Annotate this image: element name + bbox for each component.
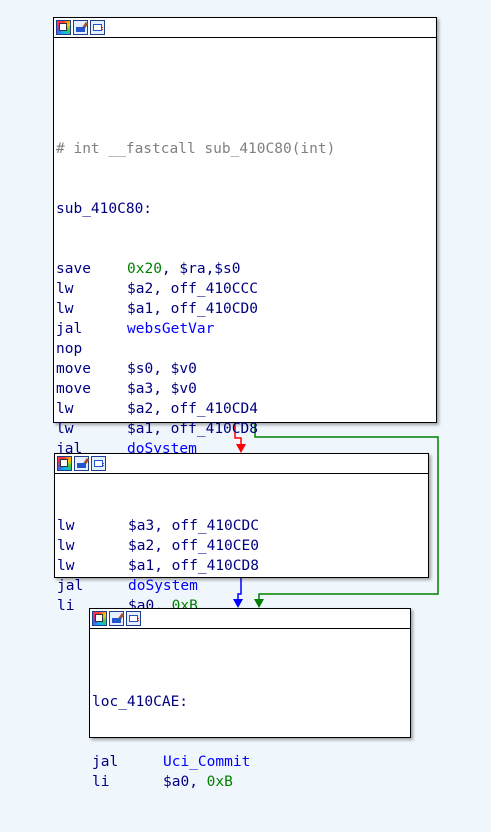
graph-node-block2[interactable]: lw $a3, off_410CDC lw $a2, off_410CE0 lw $a1,… <box>54 453 429 614</box>
operand-separator: , <box>154 558 172 574</box>
operand[interactable]: $a3 <box>128 516 154 536</box>
operand-separator: , <box>153 401 171 417</box>
operand[interactable]: $v0 <box>171 359 197 379</box>
operand[interactable]: off_410CDC <box>172 516 259 536</box>
instruction-line[interactable]: lw $a1, off_410CD8 <box>57 556 428 576</box>
instruction-line[interactable]: jal doSystem <box>57 576 428 596</box>
mnemonic: lw <box>57 558 75 574</box>
operand[interactable]: $a1 <box>127 419 153 439</box>
mnemonic: lw <box>56 401 74 417</box>
operand[interactable]: off_410CD8 <box>172 556 259 576</box>
instruction-line[interactable]: jal Uci_Commit <box>92 752 410 772</box>
operand[interactable]: $a2 <box>127 279 153 299</box>
operand[interactable]: doSystem <box>128 576 198 596</box>
color-icon[interactable] <box>92 611 107 626</box>
mnemonic: nop <box>56 341 83 357</box>
rename-icon[interactable] <box>74 456 89 471</box>
operand-separator: , <box>189 774 207 790</box>
group-nodes-icon[interactable] <box>126 611 141 626</box>
operand[interactable]: $s0 <box>127 359 153 379</box>
instruction-line[interactable]: li $a0, 0xB <box>92 772 410 792</box>
operand[interactable]: websGetVar <box>127 319 214 339</box>
rename-icon[interactable] <box>109 611 124 626</box>
instruction-line[interactable]: nop <box>56 339 436 359</box>
instruction-line[interactable]: lw $a1, off_410CD0 <box>56 299 436 319</box>
mnemonic: lw <box>56 301 74 317</box>
color-icon[interactable] <box>56 20 71 35</box>
instruction-line[interactable]: lw $a1, off_410CD8 <box>56 419 436 439</box>
operand[interactable]: Uci_Commit <box>163 752 250 772</box>
operand[interactable]: off_410CD0 <box>171 299 258 319</box>
operand-separator: , <box>154 518 172 534</box>
node-code: loc_410CAE: jal Uci_Commitli $a0, 0xB <box>90 629 410 832</box>
node-toolbar <box>55 454 428 474</box>
operand-separator: , <box>153 361 171 377</box>
instruction-line[interactable]: jal websGetVar <box>56 319 436 339</box>
instruction-line[interactable]: move $s0, $v0 <box>56 359 436 379</box>
operand-separator: , <box>153 381 171 397</box>
operand[interactable]: $a3 <box>127 379 153 399</box>
operand[interactable]: 0x20 <box>127 259 162 279</box>
instruction-line[interactable]: lw $a2, off_410CD4 <box>56 399 436 419</box>
mnemonic: lw <box>56 421 74 437</box>
mnemonic: jal <box>57 578 84 594</box>
operand[interactable]: $a0 <box>163 772 189 792</box>
operand[interactable]: $a1 <box>127 299 153 319</box>
operand-separator: , <box>154 538 172 554</box>
operand-separator: , <box>153 421 171 437</box>
node-toolbar <box>54 18 436 38</box>
node-toolbar <box>90 609 410 629</box>
operand[interactable]: off_410CD4 <box>171 399 258 419</box>
operand[interactable]: $v0 <box>171 379 197 399</box>
mnemonic: jal <box>92 754 119 770</box>
mnemonic: li <box>92 774 110 790</box>
mnemonic: move <box>56 381 91 397</box>
graph-node-loc_410CAE[interactable]: loc_410CAE: jal Uci_Commitli $a0, 0xB <box>89 608 411 790</box>
instruction-line[interactable]: lw $a2, off_410CCC <box>56 279 436 299</box>
function-label[interactable]: sub_410C80: <box>56 199 152 219</box>
operand[interactable]: $a2 <box>128 536 154 556</box>
instruction-line[interactable]: lw $a3, off_410CDC <box>57 516 428 536</box>
mnemonic: lw <box>57 538 75 554</box>
operand[interactable]: $a1 <box>128 556 154 576</box>
operand[interactable]: off_410CCC <box>171 279 258 299</box>
color-icon[interactable] <box>57 456 72 471</box>
instruction-line[interactable]: lw $a2, off_410CE0 <box>57 536 428 556</box>
operand[interactable]: 0xB <box>207 772 233 792</box>
instruction-line[interactable]: move $a3, $v0 <box>56 379 436 399</box>
group-nodes-icon[interactable] <box>90 20 105 35</box>
operand[interactable]: $ra,$s0 <box>179 259 240 279</box>
group-nodes-icon[interactable] <box>91 456 106 471</box>
operand[interactable]: $a2 <box>127 399 153 419</box>
mnemonic: save <box>56 261 91 277</box>
mnemonic: move <box>56 361 91 377</box>
mnemonic: lw <box>56 281 74 297</box>
graph-node-sub_410C80[interactable]: # int __fastcall sub_410C80(int) sub_410… <box>53 17 437 537</box>
operand[interactable]: off_410CE0 <box>172 536 259 556</box>
rename-icon[interactable] <box>73 20 88 35</box>
instruction-line[interactable]: save 0x20, $ra,$s0 <box>56 259 436 279</box>
mnemonic: lw <box>57 518 75 534</box>
operand-separator: , <box>153 301 171 317</box>
mnemonic: jal <box>56 321 83 337</box>
operand-separator: , <box>161 261 180 277</box>
operand-separator: , <box>153 281 171 297</box>
function-comment: # int __fastcall sub_410C80(int) <box>56 141 336 157</box>
location-label[interactable]: loc_410CAE: <box>92 692 188 712</box>
operand[interactable]: off_410CD8 <box>171 419 258 439</box>
